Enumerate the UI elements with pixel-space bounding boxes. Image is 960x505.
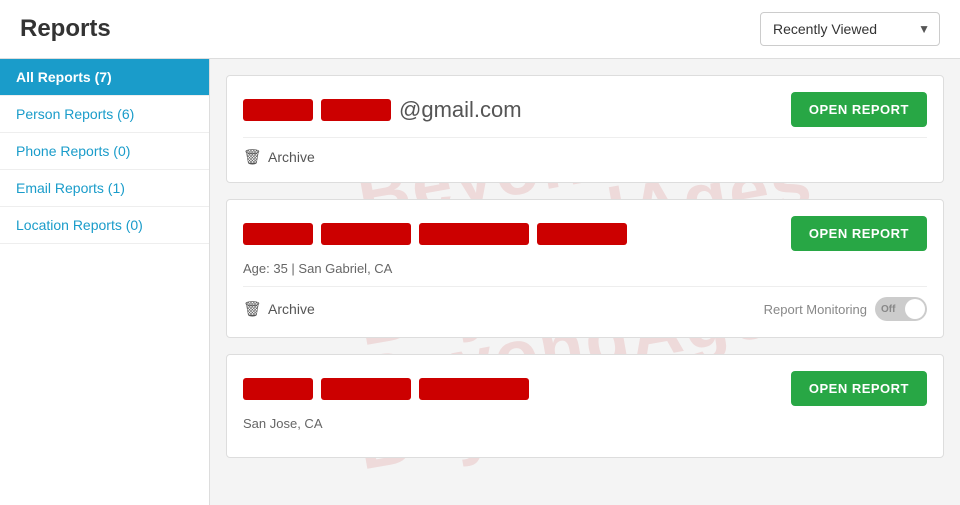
recently-viewed-dropdown[interactable]: Recently ViewedAll ReportsArchived [760,12,940,46]
main-layout: All Reports (7) Person Reports (6) Phone… [0,59,960,505]
report-card-2: OPEN REPORT Age: 35 | San Gabriel, CA 🗑 … [226,199,944,338]
sidebar-item-phone-reports[interactable]: Phone Reports (0) [0,133,209,170]
redacted-block-3a [243,378,313,400]
trash-icon-1: 🗑 [243,148,262,166]
sidebar-item-person-reports[interactable]: Person Reports (6) [0,96,209,133]
redacted-block-2b [321,223,411,245]
report-3-sub-info: San Jose, CA [243,416,927,431]
sidebar-item-location-reports[interactable]: Location Reports (0) [0,207,209,244]
sidebar-item-email-reports[interactable]: Email Reports (1) [0,170,209,207]
content-area: BeyondAges BeyondAges BeyondAges BeyondA… [210,59,960,505]
report-card-2-footer: 🗑 Archive Report Monitoring Off [243,286,927,321]
archive-btn-2[interactable]: 🗑 Archive [243,300,315,318]
redacted-block-3b [321,378,411,400]
report-1-info: @gmail.com [243,97,522,123]
report-3-info [243,378,529,400]
sidebar-item-all-reports[interactable]: All Reports (7) [0,59,209,96]
report-2-info [243,223,627,245]
open-report-btn-1[interactable]: OPEN REPORT [791,92,927,127]
monitoring-label: Report Monitoring [764,302,867,317]
open-report-btn-3[interactable]: OPEN REPORT [791,371,927,406]
dropdown-container: Recently ViewedAll ReportsArchived ▼ [760,12,940,46]
monitoring-toggle-2[interactable]: Off [875,297,927,321]
archive-btn-1[interactable]: 🗑 Archive [243,148,315,166]
open-report-btn-2[interactable]: OPEN REPORT [791,216,927,251]
report-card-2-header: OPEN REPORT [243,216,927,251]
toggle-off-label: Off [881,304,895,315]
redacted-block-1a [243,99,313,121]
redacted-block-3c [419,378,529,400]
toggle-knob-2 [905,299,925,319]
redacted-block-2d [537,223,627,245]
redacted-block-2c [419,223,529,245]
report-card-1-header: @gmail.com OPEN REPORT [243,92,927,127]
redacted-block-2a [243,223,313,245]
redacted-block-1b [321,99,391,121]
report-card-3-header: OPEN REPORT [243,371,927,406]
page-header: Reports Recently ViewedAll ReportsArchiv… [0,0,960,59]
monitoring-control-2: Report Monitoring Off [764,297,927,321]
report-1-email: @gmail.com [399,97,522,123]
trash-icon-2: 🗑 [243,300,262,318]
report-card-3: OPEN REPORT San Jose, CA [226,354,944,458]
page-title: Reports [20,15,111,43]
sidebar: All Reports (7) Person Reports (6) Phone… [0,59,210,505]
report-2-sub-info: Age: 35 | San Gabriel, CA [243,261,927,276]
report-card-1-footer: 🗑 Archive [243,137,927,166]
report-card-1: @gmail.com OPEN REPORT 🗑 Archive [226,75,944,183]
